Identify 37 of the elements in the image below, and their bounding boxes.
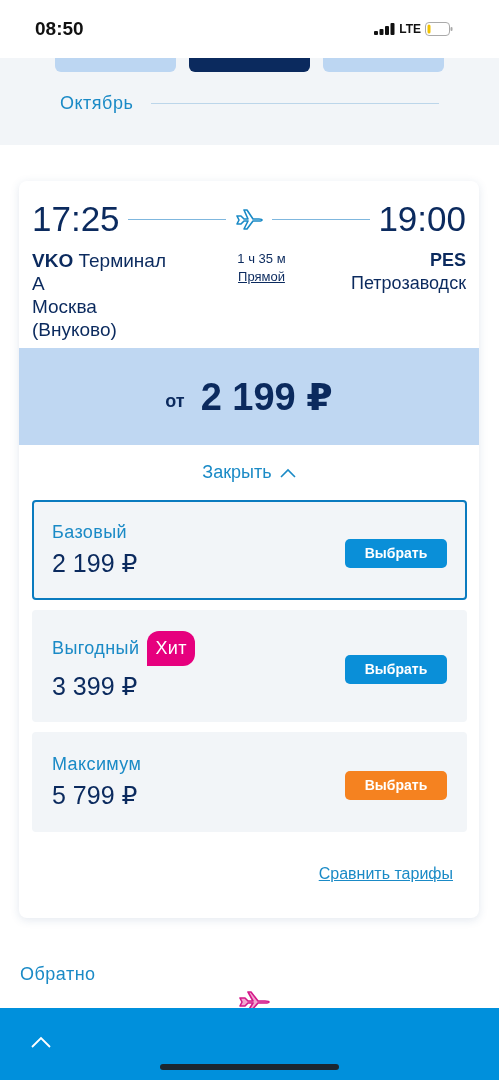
arrival-time: 19:00 — [378, 199, 466, 239]
airplane-icon — [234, 207, 264, 231]
fare-card[interactable]: Максимум 5 799 ₽ Выбрать — [32, 732, 467, 832]
chevron-up-icon[interactable] — [31, 1036, 51, 1048]
fare-name: Максимум — [52, 754, 142, 775]
destination-code: PES — [428, 249, 466, 272]
departure-time: 17:25 — [32, 199, 120, 239]
fare-name: Выгодный — [52, 638, 140, 659]
compare-fares-link[interactable]: Сравнить тарифы — [318, 865, 453, 883]
hit-badge: Хит — [147, 631, 195, 666]
battery-icon — [425, 22, 453, 36]
date-tab[interactable] — [323, 58, 444, 72]
min-price: 2 199 ₽ — [200, 374, 333, 419]
fare-name: Базовый — [52, 522, 128, 543]
select-button[interactable]: Выбрать — [345, 538, 447, 568]
price-prefix: от — [165, 391, 185, 412]
date-tab[interactable] — [189, 58, 310, 72]
select-button[interactable]: Выбрать — [345, 770, 447, 800]
month-label: Октябрь — [60, 93, 134, 114]
fare-price: 5 799 ₽ — [52, 781, 139, 810]
fare-card[interactable]: Базовый 2 199 ₽ Выбрать — [32, 500, 467, 600]
flight-type-link[interactable]: Прямой — [237, 269, 286, 284]
signal-icon — [374, 23, 396, 35]
collapse-button[interactable]: Закрыть — [19, 445, 479, 500]
status-time: 08:50 — [35, 18, 84, 40]
select-button[interactable]: Выбрать — [345, 654, 447, 684]
return-title: Обратно — [20, 964, 96, 984]
origin-city: Москва (Внуково) — [32, 296, 117, 340]
destination-city: Петрозаводск — [350, 273, 466, 293]
chevron-up-icon — [279, 467, 296, 478]
fare-card[interactable]: Выгодный Хит 3 399 ₽ Выбрать — [32, 610, 467, 722]
flight-duration: 1 ч 35 м — [237, 251, 286, 266]
fare-price: 3 399 ₽ — [52, 672, 139, 701]
network-label: LTE — [399, 22, 421, 36]
fare-price: 2 199 ₽ — [52, 549, 138, 578]
origin-airport: VKO Терминал А — [32, 250, 166, 294]
date-tab[interactable] — [55, 58, 176, 72]
